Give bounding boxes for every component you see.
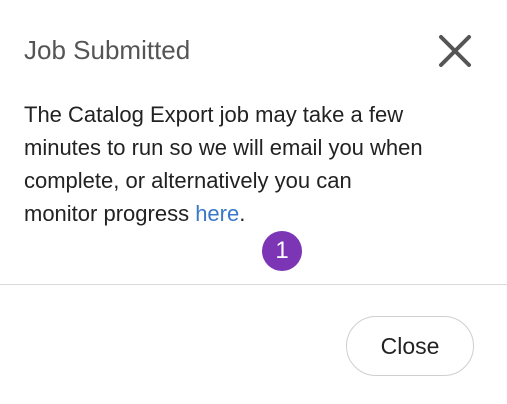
close-icon[interactable] <box>436 32 474 70</box>
monitor-progress-link[interactable]: here <box>195 201 239 226</box>
message-line: monitor progress here. <box>24 197 494 230</box>
annotation-badge: 1 <box>262 231 302 271</box>
message-line: complete, or alternatively you can <box>24 168 352 193</box>
message-line: The Catalog Export job may take a few <box>24 102 404 127</box>
dialog-divider <box>0 284 507 285</box>
dialog-message: The Catalog Export job may take a few mi… <box>24 98 494 230</box>
message-text: monitor progress <box>24 201 196 226</box>
message-text: . <box>239 201 246 226</box>
dialog-title: Job Submitted <box>24 35 191 65</box>
message-line: minutes to run so we will email you when <box>24 135 423 160</box>
job-submitted-dialog: Job Submitted The Catalog Export job may… <box>0 0 507 404</box>
close-button[interactable]: Close <box>346 316 474 376</box>
